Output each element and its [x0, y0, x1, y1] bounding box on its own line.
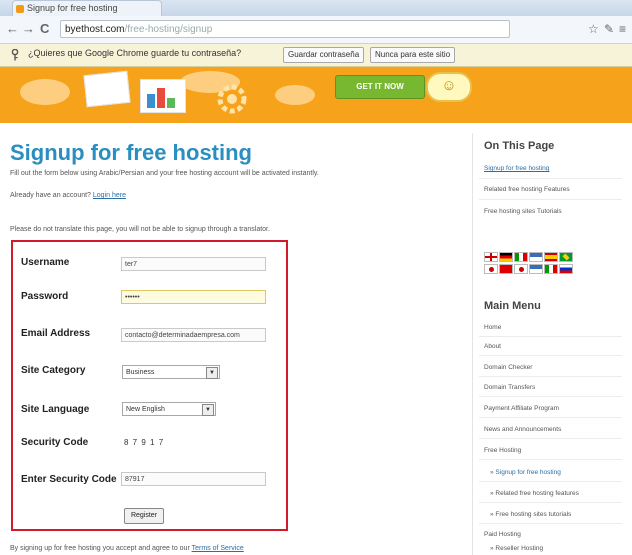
menu-item[interactable]: » Free hosting sites tutorials	[490, 511, 571, 518]
email-label: Email Address	[21, 328, 91, 339]
address-bar[interactable]: byethost.com/free-hosting/signup	[60, 20, 510, 38]
main-menu-heading: Main Menu	[484, 300, 541, 312]
sidebar-link-features[interactable]: Related free hosting Features	[484, 186, 570, 193]
key-icon	[10, 48, 20, 61]
site-language-value: New English	[126, 406, 165, 413]
site-banner	[0, 67, 632, 123]
flag-germany-icon[interactable]	[499, 252, 513, 262]
flag-uk-icon[interactable]	[484, 252, 498, 262]
flag-korea-icon[interactable]	[484, 264, 498, 274]
menu-icon[interactable]: ≡	[619, 22, 626, 36]
email-input[interactable]: contacto@determinadaempresa.com	[121, 328, 266, 342]
security-code-label: Security Code	[21, 437, 89, 448]
forward-arrow-icon[interactable]: →	[22, 21, 35, 37]
site-category-value: Business	[126, 369, 155, 376]
infobar-prompt: ¿Quieres que Google Chrome guarde tu con…	[28, 48, 242, 58]
site-category-select[interactable]: Business ▼	[122, 365, 220, 379]
password-infobar: ¿Quieres que Google Chrome guarde tu con…	[0, 44, 632, 67]
flag-italy-icon[interactable]	[514, 252, 528, 262]
terms-link[interactable]: Terms of Service	[192, 545, 244, 552]
translate-notice: Please do not translate this page, you w…	[10, 226, 270, 233]
flag-spain-icon[interactable]	[544, 252, 558, 262]
url-path: /free-hosting/signup	[124, 24, 213, 35]
menu-item-active[interactable]: » Signup for free hosting	[490, 469, 561, 476]
flag-mexico-icon[interactable]	[544, 264, 558, 274]
chevron-down-icon: ▼	[202, 404, 214, 416]
terms-line: By signing up for free hosting you accep…	[10, 545, 244, 552]
flag-russia-icon[interactable]	[559, 264, 573, 274]
url-host: byethost.com	[65, 24, 125, 35]
account-prefix: Already have an account?	[10, 192, 93, 199]
flag-china-icon[interactable]	[499, 264, 513, 274]
get-it-now-button[interactable]: GET IT NOW	[335, 75, 425, 99]
on-this-page-heading: On This Page	[484, 140, 555, 152]
menu-item[interactable]: About	[484, 343, 501, 350]
password-input[interactable]: ••••••	[121, 290, 266, 304]
menu-item[interactable]: News and Announcements	[484, 426, 561, 433]
chevron-down-icon: ▼	[206, 367, 218, 379]
password-label: Password	[21, 291, 69, 302]
username-label: Username	[21, 257, 70, 268]
terms-prefix: By signing up for free hosting you accep…	[10, 545, 192, 552]
menu-item[interactable]: Payment Affiliate Program	[484, 405, 559, 412]
site-language-select[interactable]: New English ▼	[122, 402, 216, 416]
account-line: Already have an account? Login here	[10, 192, 126, 199]
page-title: Signup for free hosting	[10, 140, 252, 165]
sidebar-link-tutorials[interactable]: Free hosting sites Tutorials	[484, 208, 562, 215]
signup-form	[11, 240, 288, 531]
site-language-label: Site Language	[21, 404, 90, 415]
gear-icon	[217, 84, 247, 114]
flag-japan-icon[interactable]	[514, 264, 528, 274]
bookmark-star-icon[interactable]: ☆	[588, 22, 599, 36]
username-input[interactable]: ter7	[121, 257, 266, 271]
menu-item[interactable]: Paid Hosting	[484, 531, 521, 538]
never-save-button[interactable]: Nunca para este sitio	[370, 47, 456, 63]
menu-item[interactable]: Domain Checker	[484, 364, 532, 371]
sidebar-link-signup[interactable]: Signup for free hosting	[484, 165, 549, 172]
intro-text: Fill out the form below using Arabic/Per…	[10, 170, 319, 177]
register-button[interactable]: Register	[124, 508, 164, 524]
flag-greece-icon[interactable]	[529, 252, 543, 262]
tab-title: Signup for free hosting	[27, 3, 118, 13]
menu-item[interactable]: » Reseller Hosting	[490, 545, 543, 552]
reload-icon[interactable]: C	[40, 21, 49, 37]
smiley-icon: ☺	[426, 72, 472, 102]
login-link[interactable]: Login here	[93, 192, 126, 199]
captcha-code: 8 7 9 1 7	[124, 438, 165, 447]
back-arrow-icon[interactable]: ←	[6, 21, 19, 37]
menu-item[interactable]: Home	[484, 324, 501, 331]
browser-tab[interactable]: Signup for free hosting	[12, 0, 162, 16]
flag-brazil-icon[interactable]	[559, 252, 573, 262]
pen-icon[interactable]: ✎	[604, 22, 614, 36]
save-password-button[interactable]: Guardar contraseña	[283, 47, 365, 63]
favicon-icon	[16, 5, 24, 13]
site-category-label: Site Category	[21, 365, 86, 376]
flag-argentina-icon[interactable]	[529, 264, 543, 274]
menu-item[interactable]: » Related free hosting features	[490, 490, 579, 497]
security-code-input[interactable]: 87917	[121, 472, 266, 486]
menu-item[interactable]: Free Hosting	[484, 447, 521, 454]
menu-item[interactable]: Domain Transfers	[484, 384, 535, 391]
enter-security-code-label: Enter Security Code	[21, 474, 117, 485]
